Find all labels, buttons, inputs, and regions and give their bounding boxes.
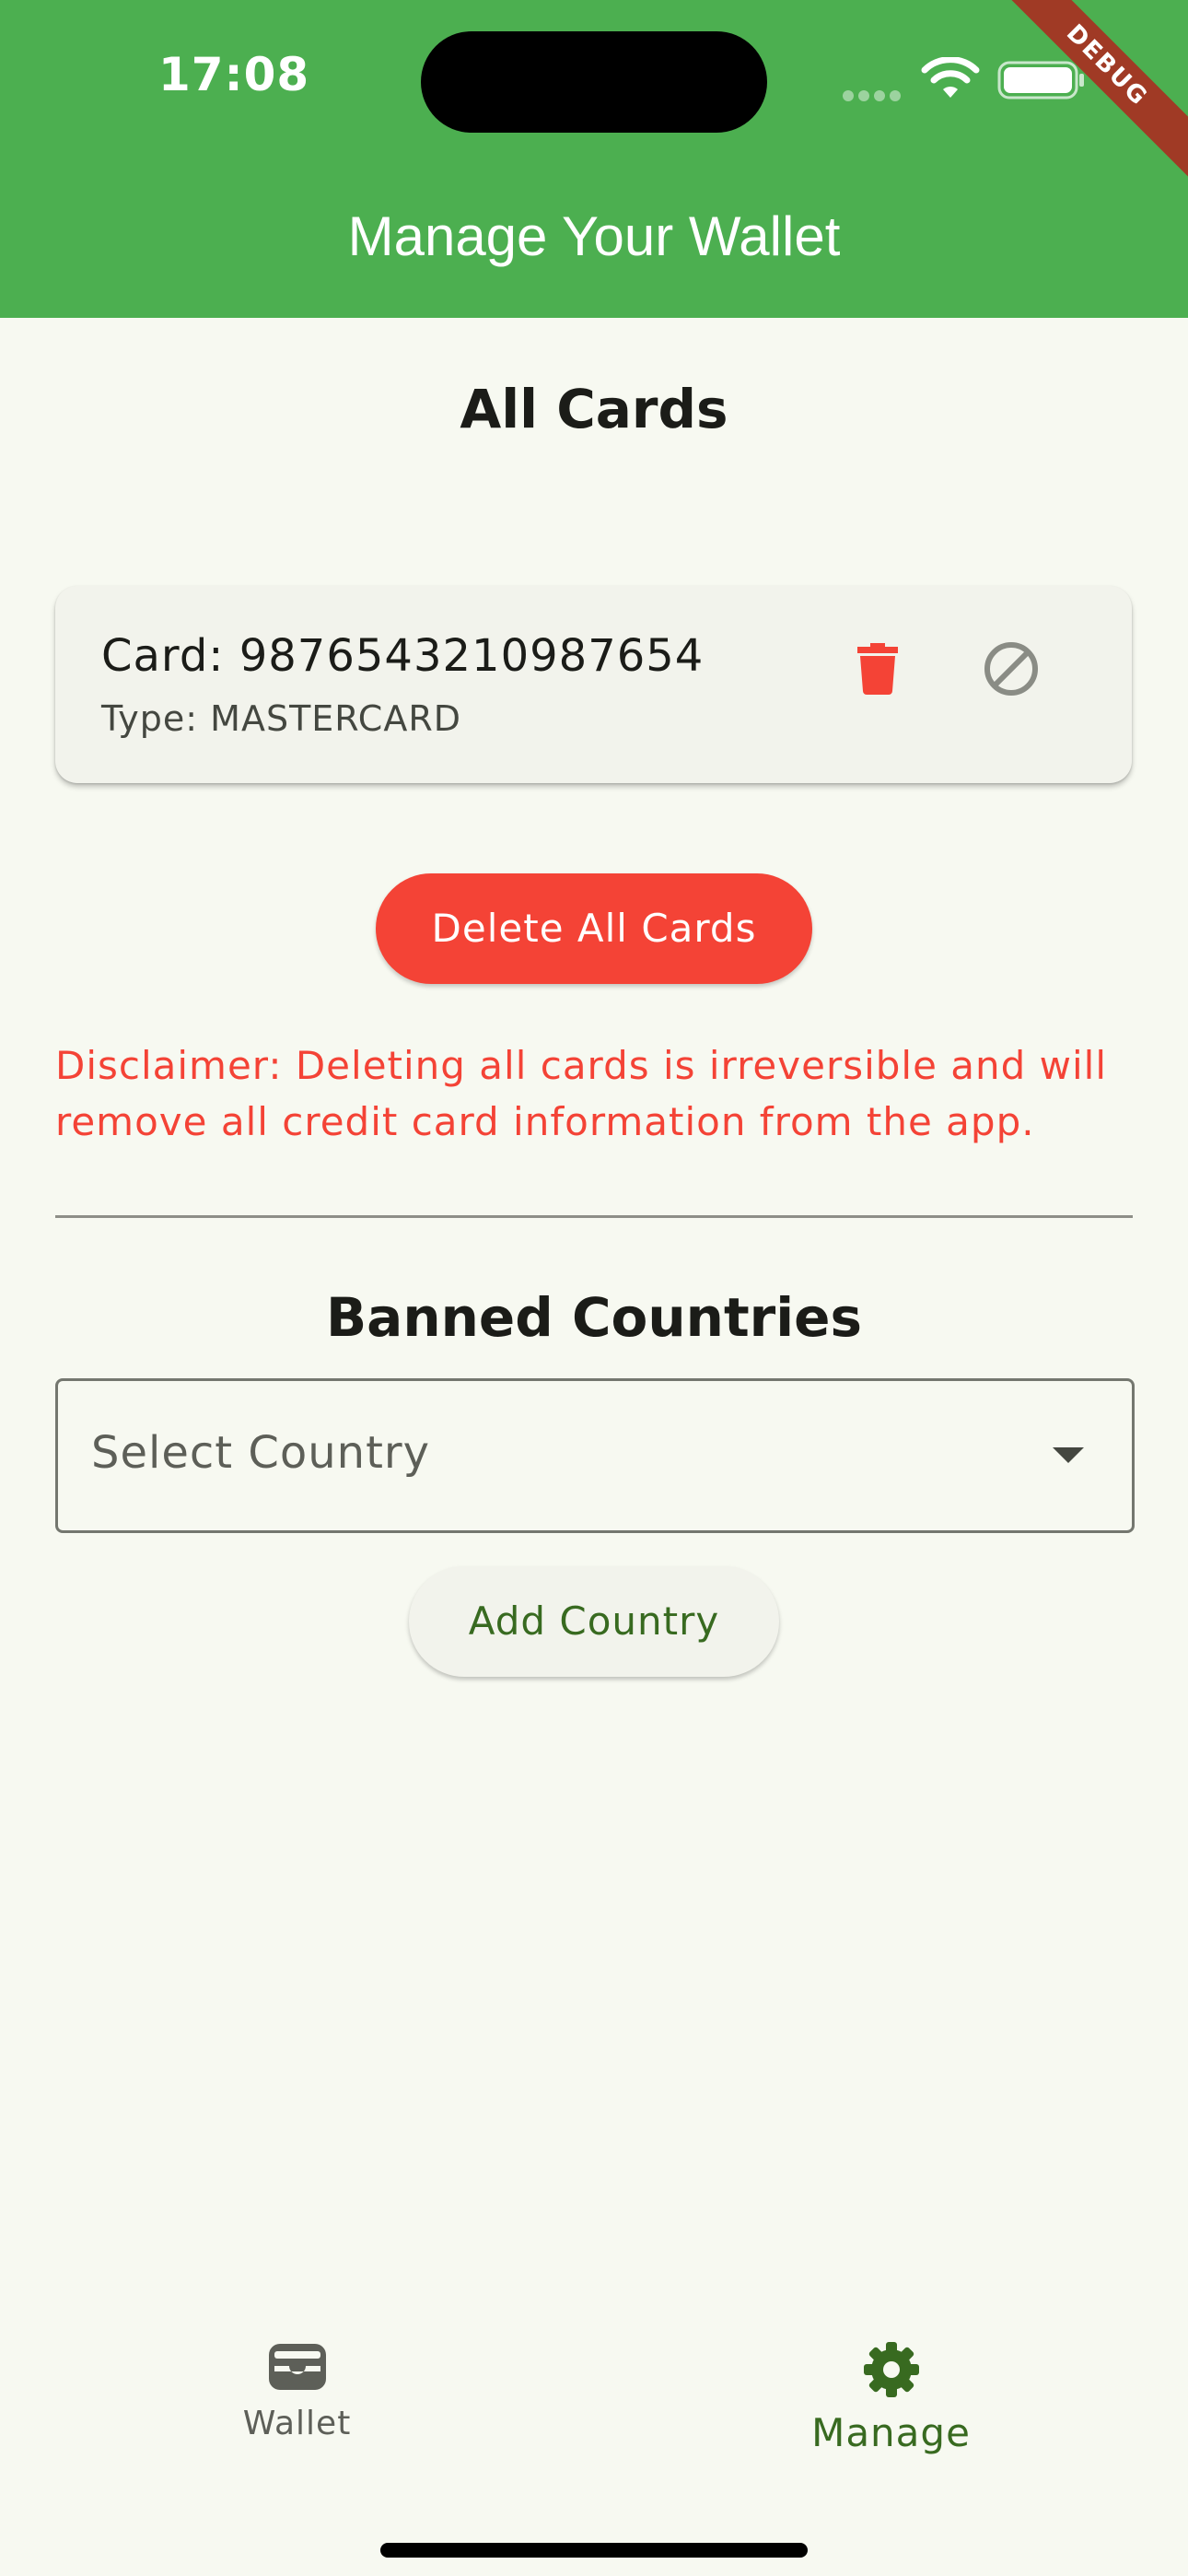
nav-item-manage[interactable]: Manage — [594, 2340, 1188, 2488]
disclaimer-text: Disclaimer: Deleting all cards is irreve… — [55, 1043, 1108, 1144]
banned-countries-heading: Banned Countries — [325, 1286, 863, 1349]
block-card-button[interactable] — [965, 623, 1057, 715]
nav-label-wallet: Wallet — [242, 2405, 352, 2442]
home-indicator — [380, 2543, 808, 2558]
card-number: Card: 9876543210987654 — [101, 630, 705, 682]
country-select[interactable]: Select Country — [55, 1378, 1135, 1533]
country-select-placeholder: Select Country — [91, 1427, 431, 1479]
delete-all-cards-button[interactable]: Delete All Cards — [376, 873, 812, 984]
dropdown-arrow-icon — [1053, 1447, 1084, 1463]
trash-icon — [857, 643, 898, 695]
battery-icon — [997, 61, 1084, 100]
nav-label-manage: Manage — [811, 2410, 971, 2455]
app-bar: 17:08 DEBUG Manage Your Wallet — [0, 0, 1188, 318]
card-list-item: Card: 9876543210987654 Type: MASTERCARD — [55, 586, 1132, 783]
page-title: Manage Your Wallet — [347, 205, 841, 267]
dynamic-island — [421, 31, 767, 133]
wallet-icon — [268, 2344, 326, 2390]
block-icon — [984, 642, 1038, 696]
delete-card-button[interactable] — [832, 623, 924, 715]
manage-wallet-screen: 17:08 DEBUG Manage Your Wallet All Cards… — [0, 0, 1188, 2576]
divider — [55, 1215, 1133, 1218]
card-type: Type: MASTERCARD — [101, 698, 461, 739]
add-country-button[interactable]: Add Country — [409, 1566, 779, 1677]
all-cards-heading: All Cards — [460, 378, 728, 440]
nav-item-wallet[interactable]: Wallet — [0, 2340, 594, 2488]
wifi-icon — [921, 57, 980, 98]
bottom-navigation: Wallet Manage — [0, 2303, 1188, 2576]
status-time: 17:08 — [158, 48, 310, 101]
gear-icon — [863, 2342, 919, 2397]
cellular-signal-icon — [843, 88, 907, 101]
